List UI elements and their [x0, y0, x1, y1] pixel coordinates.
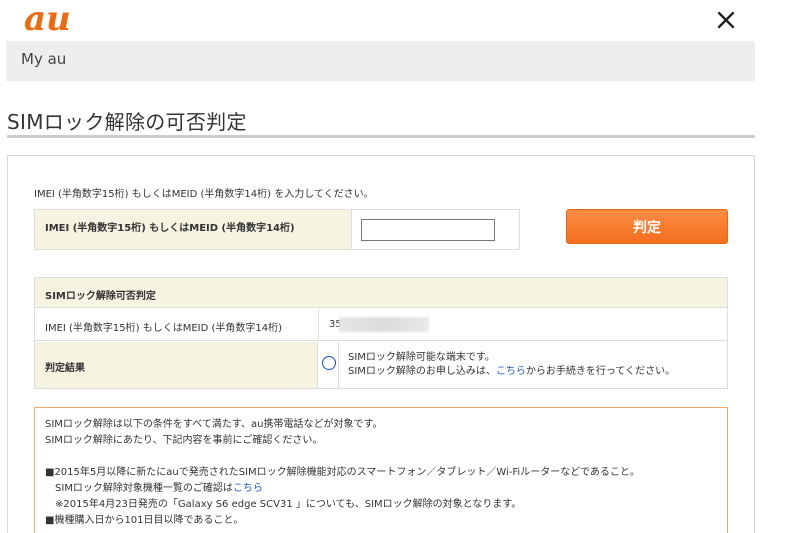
conditions-intro-2: SIMロック解除にあたり、下記内容を事前にご確認ください。 [45, 435, 323, 446]
imei-field-label-text: IMEI (半角数字15桁) もしくはMEID (半角数字14桁) [45, 223, 295, 234]
result-table-title: SIMロック解除可否判定 [45, 291, 156, 302]
au-logo[interactable]: au [24, 2, 98, 36]
imei-form: IMEI (半角数字15桁) もしくはMEID (半角数字14桁) [34, 209, 520, 250]
conditions-text: SIMロック解除は以下の条件をすべて満たす、au携帯電話などが対象です。 SIM… [45, 417, 640, 529]
result-message-line2: SIMロック解除のお申し込みは、こちらからお手続きを行ってください。 [348, 366, 676, 377]
circle-ok-icon [322, 356, 336, 370]
my-au-label[interactable]: My au [21, 50, 66, 68]
imei-field-label: IMEI (半角数字15桁) もしくはMEID (半角数字14桁) [35, 210, 352, 249]
close-icon[interactable] [716, 10, 736, 30]
result-imei-label: IMEI (半角数字15桁) もしくはMEID (半角数字14桁) [45, 323, 283, 334]
result-judgement-label-cell: 判定結果 [35, 342, 318, 388]
conditions-item-1-sub: SIMロック解除対象機種一覧のご確認はこちら [55, 483, 263, 494]
result-judgement-row: 判定結果 SIMロック解除可能な端末です。 SIMロック解除のお申し込みは、こち… [35, 342, 727, 388]
result-table-header: SIMロック解除可否判定 [35, 278, 727, 308]
result-judgement-label: 判定結果 [45, 363, 85, 374]
my-au-bar[interactable]: My au [6, 41, 755, 81]
imei-instruction: IMEI (半角数字15桁) もしくはMEID (半角数字14桁) を入力してく… [34, 189, 374, 200]
page-title: SIMロック解除の可否判定 [7, 110, 247, 134]
result-message-line1: SIMロック解除可能な端末です。 [348, 352, 495, 363]
result-mark-cell [319, 342, 339, 388]
result-message: SIMロック解除可能な端末です。 SIMロック解除のお申し込みは、こちらからお手… [348, 351, 675, 379]
svg-text:au: au [24, 2, 71, 36]
redacted-imei-blur [339, 317, 429, 332]
conditions-intro-1: SIMロック解除は以下の条件をすべて満たす、au携帯電話などが対象です。 [45, 419, 383, 430]
conditions-box: SIMロック解除は以下の条件をすべて満たす、au携帯電話などが対象です。 SIM… [34, 407, 728, 533]
conditions-spacer [45, 449, 640, 465]
imei-input[interactable] [361, 219, 495, 241]
conditions-item-1: ■2015年5月以降に新たにauで発売されたSIMロック解除機能対応のスマートフ… [45, 467, 640, 478]
judge-button[interactable]: 判定 [566, 209, 728, 244]
title-divider [7, 135, 755, 138]
row-separator [318, 309, 319, 341]
conditions-item-2: ■機種購入日から101日目以降であること。 [45, 515, 244, 526]
result-table: SIMロック解除可否判定 IMEI (半角数字15桁) もしくはMEID (半角… [34, 277, 728, 389]
device-list-link[interactable]: こちら [233, 483, 263, 494]
conditions-item-1-note: ※2015年4月23日発売の「Galaxy S6 edge SCV31 」につい… [55, 499, 522, 510]
apply-link[interactable]: こちら [496, 366, 526, 377]
result-imei-row: IMEI (半角数字15桁) もしくはMEID (半角数字14桁) 35 [35, 309, 727, 341]
